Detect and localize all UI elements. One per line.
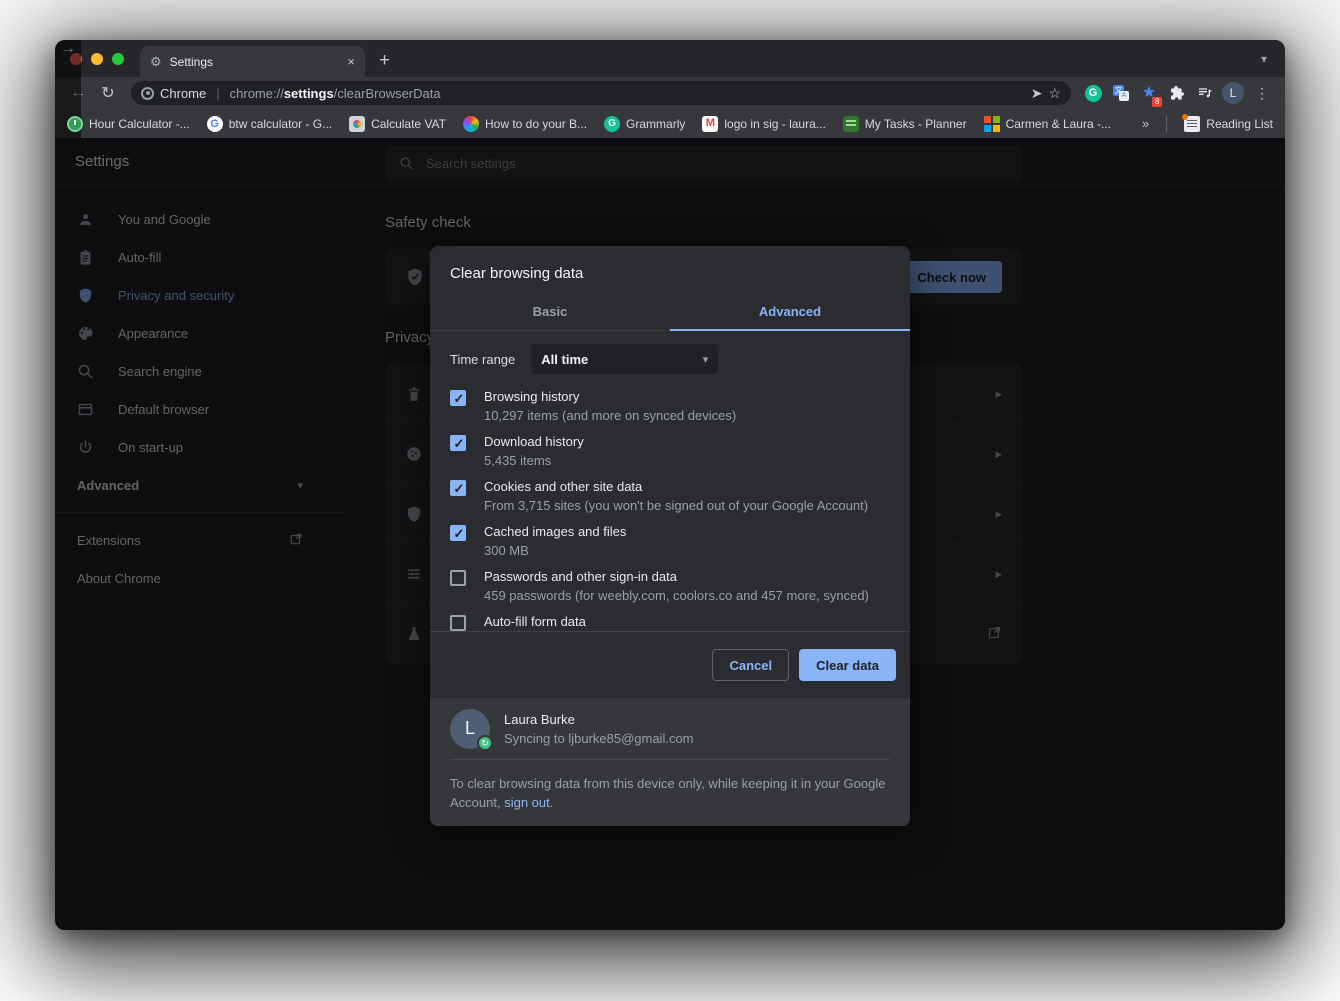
footer-note: To clear browsing data from this device … [430,760,910,826]
bookmark-how-to[interactable]: How to do your B... [463,116,587,132]
browser-menu-icon[interactable]: ⋮ [1249,85,1275,102]
zoom-window-button[interactable] [112,53,124,65]
tab-settings[interactable]: ⚙ Settings × [140,46,365,77]
toolbar: ← → ↻ Chrome | chrome://settings/clearBr… [55,77,1285,109]
bookmark-calculate-vat[interactable]: Calculate VAT [349,116,446,132]
row-passwords[interactable]: Passwords and other sign-in data459 pass… [450,567,890,612]
minimize-window-button[interactable] [91,53,103,65]
profile-avatar[interactable]: L [1221,81,1245,105]
tab-title: Settings [170,55,340,69]
dialog-footer: L↻ Laura Burke Syncing to ljburke85@gmail… [430,698,910,826]
passwords-checkbox[interactable] [450,570,466,586]
reload-button[interactable]: ↻ [95,83,121,103]
browser-window: ⚙ Settings × + ▾ ← → ↻ Chrome | chrome:/… [55,40,1285,930]
row-cached-images[interactable]: Cached images and files300 MB [450,522,890,567]
cancel-button[interactable]: Cancel [712,649,789,681]
hour-calculator-icon [67,116,83,132]
chevron-down-icon: ▾ [703,353,709,366]
microsoft-icon [984,116,1000,132]
account-name: Laura Burke [504,712,575,727]
reading-list-icon [1184,116,1200,132]
vat-icon [349,116,365,132]
address-bar[interactable]: Chrome | chrome://settings/clearBrowserD… [131,81,1071,105]
tab-search-chevron-icon[interactable]: ▾ [1261,52,1267,66]
bookmarks-divider [1166,116,1167,132]
cached-images-checkbox[interactable] [450,525,466,541]
row-browsing-history[interactable]: Browsing history10,297 items (and more o… [450,387,890,432]
new-tab-button[interactable]: + [379,50,390,72]
time-range-label: Time range [450,352,515,367]
reading-list-button[interactable]: Reading List [1184,116,1273,132]
gmail-icon: M [702,116,718,132]
rainbow-icon [463,116,479,132]
dialog-actions: Cancel Clear data [430,632,910,698]
sign-out-link[interactable]: sign out [504,795,550,810]
bookmark-grammarly[interactable]: GGrammarly [604,116,685,132]
url-divider: | [216,86,219,101]
chrome-logo-icon [141,87,154,100]
account-avatar: L↻ [450,709,490,749]
dialog-tabs: Basic Advanced [430,295,910,331]
download-history-checkbox[interactable] [450,435,466,451]
sync-badge-icon: ↻ [477,735,493,751]
translate-extension-icon[interactable]: 文A [1109,81,1133,105]
time-range-select[interactable]: All time ▾ [531,344,718,374]
clear-browsing-data-dialog: Clear browsing data Basic Advanced Time … [430,246,910,826]
data-types-list: Browsing history10,297 items (and more o… [430,387,910,632]
bookmark-logo-in-sig[interactable]: Mlogo in sig - laura... [702,116,825,132]
grammarly-extension-icon[interactable]: G [1081,81,1105,105]
bookmark-my-tasks-planner[interactable]: My Tasks - Planner [843,116,967,132]
playlist-extension-icon[interactable] [1193,81,1217,105]
bookmark-star-icon[interactable]: ☆ [1048,85,1061,102]
row-autofill-form-data[interactable]: Auto-fill form data [450,612,890,632]
settings-page: Settings You and Google Auto-fill Privac… [55,138,1285,930]
row-cookies[interactable]: Cookies and other site dataFrom 3,715 si… [450,477,890,522]
url-text: chrome://settings/clearBrowserData [230,86,1025,101]
browsing-history-checkbox[interactable] [450,390,466,406]
send-icon[interactable]: ➤ [1031,85,1043,102]
time-range-row: Time range All time ▾ [450,331,890,387]
bookmarks-overflow-chevron[interactable]: » [1142,116,1149,131]
autofill-checkbox[interactable] [450,615,466,631]
clear-data-button[interactable]: Clear data [799,649,896,681]
planner-icon [843,116,859,132]
account-row: L↻ Laura Burke Syncing to ljburke85@gmail… [430,698,910,759]
bookmark-hour-calculator[interactable]: Hour Calculator -... [67,116,190,132]
tab-advanced[interactable]: Advanced [670,295,910,331]
cookies-checkbox[interactable] [450,480,466,496]
grammarly-icon: G [604,116,620,132]
tab-strip: ⚙ Settings × + ▾ [55,40,1285,77]
google-g-icon: G [207,116,223,132]
gear-favicon-icon: ⚙ [150,55,162,68]
bookmark-btw-calculator[interactable]: Gbtw calculator - G... [207,116,332,132]
tab-close-icon[interactable]: × [347,54,355,69]
row-download-history[interactable]: Download history5,435 items [450,432,890,477]
extension-with-badge-icon[interactable]: 8 [1137,81,1161,105]
bookmark-carmen-laura[interactable]: Carmen & Laura -... [984,116,1111,132]
extensions-puzzle-icon[interactable] [1165,81,1189,105]
account-sync-status: Syncing to ljburke85@gmail.com [504,731,694,746]
dialog-title: Clear browsing data [430,246,910,295]
site-label: Chrome [160,86,206,101]
bookmarks-bar: Hour Calculator -... Gbtw calculator - G… [55,109,1285,138]
tab-basic[interactable]: Basic [430,295,670,330]
